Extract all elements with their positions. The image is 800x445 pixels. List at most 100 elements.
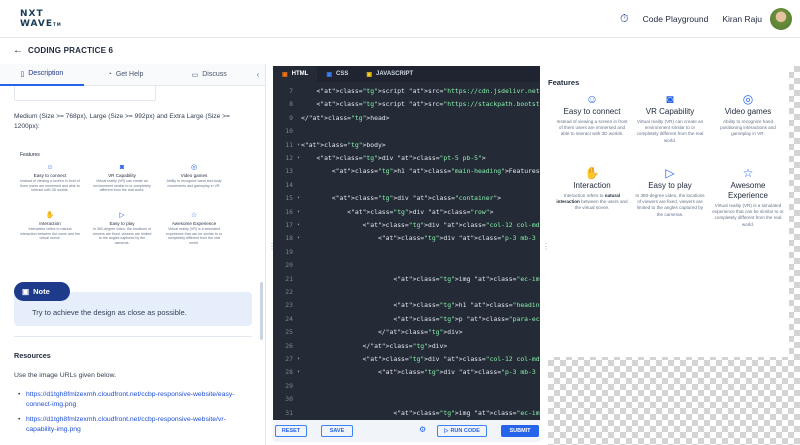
tab-label: Description [28,70,64,77]
fold-icon[interactable]: ▾ [297,192,300,204]
help-icon: ◔ [107,71,112,78]
line-number: 18 [285,234,293,243]
resource-link[interactable]: https://d1tgh8fmlzexmh.cloudfront.net/cc… [18,415,254,435]
line-number: 12 [285,154,293,162]
tab-description[interactable]: ▯ Description [0,64,84,86]
code-line[interactable]: 10 [273,125,533,137]
tab-html[interactable]: ▣ HTML [273,66,318,82]
code-line[interactable]: 23 <"at">class="tg">h1 "at">class="headi… [273,299,540,311]
code-line[interactable]: 30 [273,393,533,405]
save-button[interactable]: SAVE [321,425,353,437]
code-line[interactable]: 15 ▾ <"at">class="tg">div "at">class="con… [273,192,533,204]
feature-text: Ability to recognize hand positioning in… [720,119,776,137]
thumb-item-text: Ability to recognize hand and body movem… [166,179,222,188]
fold-icon[interactable]: ▾ [297,366,300,378]
user-name[interactable]: Kiran Raju [722,14,762,24]
reset-button[interactable]: RESET [275,425,307,437]
description-pane: ▯ Description ◔ Get Help ▭ Discuss ‹ Medium… [0,64,266,445]
code-line[interactable]: 28 ▾ <"at">class="tg">div "at">class="p-3… [273,366,540,378]
play-icon: ▷ [444,428,449,434]
code-line[interactable]: 9 </"at">class="tg">head> [273,112,533,124]
nxtwave-logo[interactable]: NXT WAVETM [20,9,62,30]
code-line[interactable]: 7 <"at">class="tg">script "at">src="http… [273,85,540,97]
code-line[interactable]: 20 [273,259,533,271]
line-number: 15 [285,194,293,203]
code-line[interactable]: 25 </"at">class="tg">div> [273,326,533,338]
code-line[interactable]: 12 ▾ <"at">class="tg">div "at">class="pt-… [273,152,533,164]
run-code-button[interactable]: ▷ RUN CODE [437,425,487,437]
avatar[interactable] [770,8,792,30]
fold-icon[interactable]: ▾ [297,206,300,218]
code-line[interactable]: 8 <"at">class="tg">script "at">src="http… [273,98,540,110]
thumb-item: ◎ Video games Ability to recognize hand an… [164,164,224,188]
code-area[interactable]: 7 <"at">class="tg">script "at">src="http… [273,82,540,420]
line-number: 21 [285,274,293,283]
gamepad-icon: ◎ [190,164,198,171]
code-text: <"at">class="tg">p "at">class="para-ec">… [301,314,540,323]
code-text: <"at">class="tg">script "at">src="https:… [301,87,540,95]
code-line[interactable]: 17 ▾ <"at">class="tg">div "at">class="col… [273,219,540,231]
code-line[interactable]: 13 <"at">class="tg">h1 "at">class="main-… [273,165,540,177]
tab-discuss[interactable]: ▭ Discuss [167,64,251,86]
editor-tabs: ▣ HTML ▣ CSS ▣ JAVASCRIPT [273,66,540,82]
tab-css[interactable]: ▣ CSS [317,66,357,82]
code-line[interactable]: 21 <"at">class="tg">img "at">class="ec-i… [273,273,540,285]
thumb-item-text: Virtual reality (VR) is a simulated expe… [166,227,222,245]
code-line[interactable]: 24 <"at">class="tg">p "at">class="para-e… [273,313,540,325]
collapse-chevron-icon[interactable]: ‹ [251,70,265,79]
chat-icon: ▭ [191,71,199,79]
code-line[interactable]: 14 [273,179,533,191]
code-text: <"at">class="tg">h1 "at">class="main-hea… [301,167,540,176]
play-icon: ▷ [665,166,675,180]
code-line[interactable]: 11 ▾ <"at">class="tg">body> [273,139,533,151]
code-line[interactable]: 19 [273,246,533,258]
code-line[interactable]: 18 ▾ <"at">class="tg">div "at">class="p-3… [273,232,540,244]
preview-title: Features [548,78,580,87]
title-bar: ← CODING PRACTICE 6 [0,38,800,64]
code-line[interactable]: 26 </"at">class="tg">div> [273,340,533,352]
back-arrow-icon[interactable]: ← [13,45,23,56]
line-number: 7 [289,87,293,95]
code-line[interactable]: 27 ▾ <"at">class="tg">div "at">class="col… [273,353,540,365]
thumb-item-text: Instead of viewing a screen in front of … [20,179,80,193]
feature-text: Virtual reality (VR) is a simulated expe… [712,203,784,227]
submit-button[interactable]: SUBMIT [501,425,539,437]
fold-icon[interactable]: ▾ [297,139,300,151]
line-number: 22 [285,288,293,296]
thumb-item: ◙ VR Capability Virtual reality (VR) can c… [92,164,152,193]
code-line[interactable]: 22 [273,286,533,298]
fold-icon[interactable]: ▾ [297,152,300,164]
resource-link[interactable]: https://d1tgh8fmlzexmh.cloudfront.net/cc… [18,390,254,410]
code-line[interactable]: 16 ▾ <"at">class="tg">div "at">class="row… [273,206,533,218]
fold-icon[interactable]: ▾ [297,219,300,231]
thumb-title: Features [20,152,40,158]
tab-get-help[interactable]: ◔ Get Help [84,64,168,86]
tab-javascript[interactable]: ▣ JAVASCRIPT [357,66,422,82]
line-number: 24 [285,314,293,323]
line-number: 31 [285,408,293,417]
code-playground-link[interactable]: Code Playground [643,14,709,24]
line-number: 19 [285,247,293,256]
page-title: CODING PRACTICE 6 [28,46,114,55]
tab-label: JAVASCRIPT [376,71,414,77]
tab-label: Get Help [115,71,144,78]
code-line[interactable]: 31 <"at">class="tg">img "at">class="ec-i… [273,407,540,419]
divider [14,336,252,337]
note-label: Note [33,287,50,296]
output-preview: Features ☺ Easy to connect Instead of vi… [548,66,800,445]
code-editor: ▣ HTML ▣ CSS ▣ JAVASCRIPT 7 <"at">class="tg… [273,66,540,442]
stopwatch-icon[interactable]: ⏱ [620,13,629,26]
star-icon: ☆ [190,212,198,219]
line-number: 16 [285,207,293,216]
feature-card: ◙ VR Capability Virtual reality (VR) can… [634,92,706,144]
document-icon: ▯ [20,70,25,78]
line-number: 13 [285,167,293,176]
feature-card: ☆ Awesome Experience Virtual reality (VR… [712,166,784,228]
fold-icon[interactable]: ▾ [297,353,300,365]
editor-footer: RESET SAVE ⚙ ▷ RUN CODE SUBMIT [273,420,540,442]
code-line[interactable]: 29 [273,380,533,392]
fold-icon[interactable]: ▾ [297,232,300,244]
tab-label: CSS [336,71,349,77]
left-scrollbar[interactable] [260,282,263,340]
gear-icon[interactable]: ⚙ [419,425,426,434]
